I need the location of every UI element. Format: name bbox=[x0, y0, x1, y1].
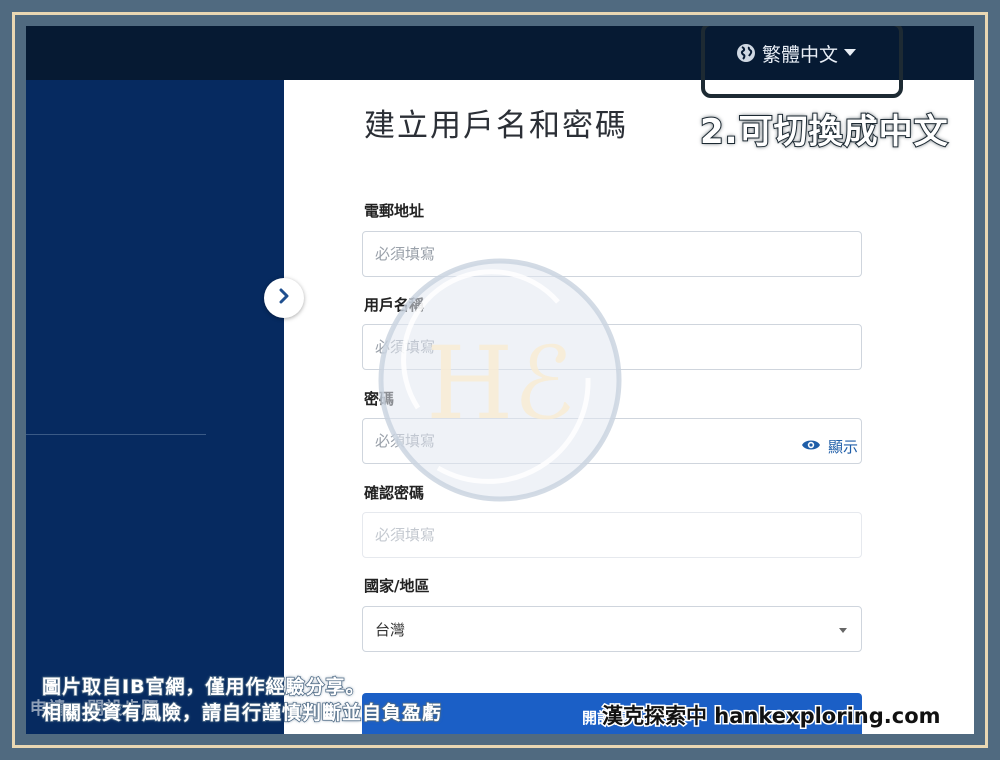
password-label: 密碼 bbox=[364, 390, 395, 408]
country-select[interactable]: 台灣 bbox=[362, 606, 862, 652]
show-password-toggle[interactable]: 顯示 bbox=[801, 436, 858, 457]
username-field[interactable] bbox=[362, 324, 862, 370]
confirm-password-label: 確認密碼 bbox=[364, 484, 425, 502]
annotation-label: 2.可切換成中文 bbox=[699, 111, 949, 153]
disclaimer-line-2: 相關投資有風險，請自行謹慎判斷並自負盈虧 bbox=[41, 701, 443, 725]
sidebar-divider bbox=[26, 434, 206, 435]
email-field[interactable] bbox=[362, 231, 862, 277]
show-password-label: 顯示 bbox=[828, 438, 859, 456]
left-sidebar bbox=[26, 80, 284, 734]
disclaimer-line-1: 圖片取自IB官網，僅用作經驗分享。 bbox=[41, 675, 366, 699]
password-field[interactable] bbox=[362, 418, 862, 464]
eye-icon bbox=[801, 438, 821, 456]
country-label: 國家/地區 bbox=[364, 577, 430, 595]
select-caret-icon bbox=[839, 628, 847, 633]
email-label: 電郵地址 bbox=[364, 202, 425, 220]
registration-form: 建立用戶名和密碼 電郵地址 用戶名稱 密碼 顯示 確認密碼 國家/地區 台灣 開… bbox=[284, 80, 974, 734]
country-selected-value: 台灣 bbox=[375, 620, 406, 639]
confirm-password-field[interactable] bbox=[362, 512, 862, 558]
username-label: 用戶名稱 bbox=[364, 296, 425, 314]
brand-credit: 漢克探索中 hankexploring.com bbox=[601, 703, 943, 730]
page-title: 建立用戶名和密碼 bbox=[364, 108, 628, 144]
